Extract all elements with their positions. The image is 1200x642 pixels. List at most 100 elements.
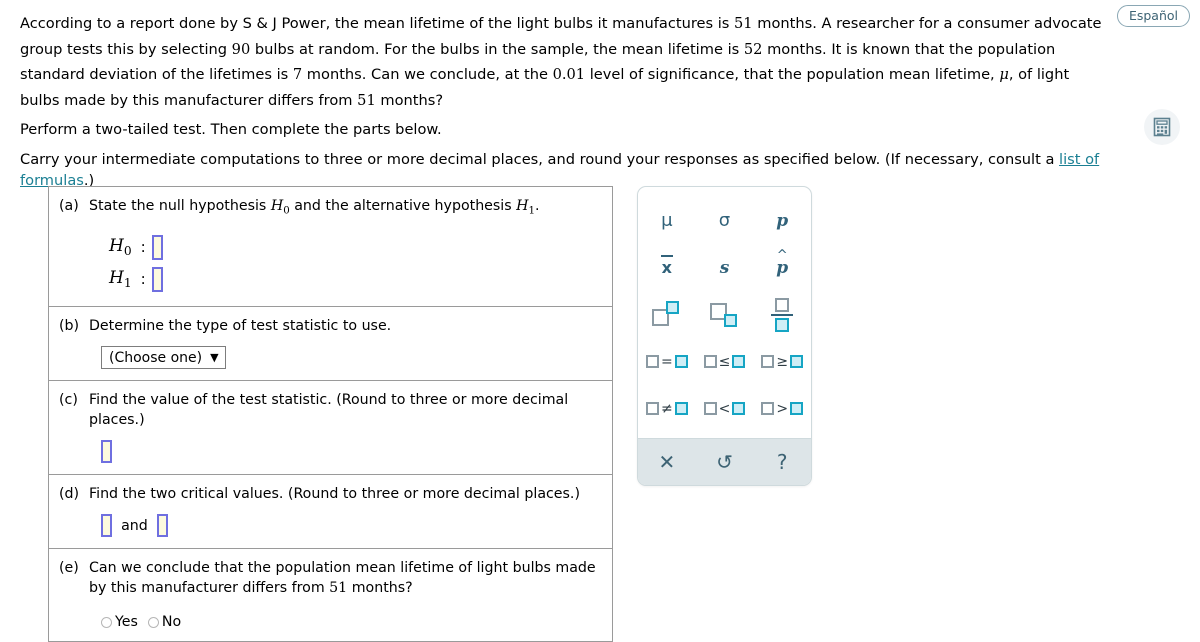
close-icon: ✕ (658, 450, 676, 474)
problem-statement: According to a report done by S & J Powe… (20, 11, 1110, 113)
h1-letter: H (109, 268, 124, 289)
gt-right-box (790, 402, 804, 415)
radio-no-label: No (161, 614, 182, 631)
calculator-button[interactable] (1144, 109, 1180, 145)
critical-values-conjunction: and (121, 518, 148, 535)
greater-than-or-equal-icon: ≥ (761, 354, 804, 370)
phat-symbol: ^ p (776, 249, 788, 278)
part-a-text: State the null hypothesis H0 and the alt… (89, 196, 602, 221)
not-equal-icon: ≠ (645, 401, 688, 417)
radio-option-yes[interactable]: Yes (101, 614, 138, 630)
statement-text-3: bulbs at random. For the bulbs in the sa… (250, 40, 744, 58)
part-a-text-3: . (535, 198, 540, 214)
h0-row: H0 : (109, 231, 602, 263)
superscript-icon (651, 300, 682, 329)
part-c-question: (c) Find the value of the test statistic… (59, 390, 602, 430)
part-c-answers (101, 440, 602, 464)
radio-option-no[interactable]: No (147, 614, 182, 631)
palette-p-button[interactable]: p (753, 197, 811, 244)
equals-left-box (645, 355, 659, 368)
sample-mean-value: 52 (743, 40, 763, 58)
part-e-text-2: months? (347, 580, 413, 597)
palette-subscript-button[interactable] (696, 291, 754, 338)
palette-phat-button[interactable]: ^ p (753, 244, 811, 291)
sample-size-value: 90 (231, 40, 251, 58)
part-a-label: (a) (59, 198, 79, 214)
test-statistic-select[interactable]: (Choose one) ▼ (101, 346, 226, 370)
h1-row: H1 : (109, 263, 602, 295)
part-d: (d) Find the two critical values. (Round… (49, 475, 612, 550)
mu-symbol: μ (999, 66, 1009, 83)
equals-operator: = (660, 353, 673, 370)
statement-text-1: According to a report done by S & J Powe… (20, 15, 735, 32)
part-a-answers: H0 : H1 : (101, 231, 602, 295)
radio-no-icon[interactable] (147, 616, 159, 628)
lt-right-box (732, 402, 746, 415)
palette-help-button[interactable]: ? (753, 439, 811, 485)
part-a: (a) State the null hypothesis H0 and the… (49, 187, 612, 308)
rounding-instruction: Carry your intermediate computations to … (20, 149, 1130, 191)
population-mean-value: 51 (734, 15, 753, 32)
part-b: (b) Determine the type of test statistic… (49, 307, 612, 382)
geq-right-box (790, 355, 804, 368)
critical-value-lower-input[interactable] (101, 514, 112, 538)
radio-yes-icon[interactable] (101, 616, 112, 628)
h0-colon: : (140, 238, 146, 257)
symbol-palette-grid: μ σ p x s ^ p = ≤ ≥ ≠ < > (638, 187, 811, 438)
part-b-text: Determine the type of test statistic to … (89, 318, 392, 335)
subscript-icon (709, 301, 740, 329)
test-statistic-answer-input[interactable] (101, 440, 112, 464)
h0-letter: H (109, 236, 124, 257)
palette-geq-button[interactable]: ≥ (753, 338, 811, 385)
fraction-denominator-box (775, 317, 790, 332)
h0-answer-input[interactable] (151, 234, 163, 260)
part-e-value: 51 (329, 580, 348, 597)
gt-operator: > (776, 400, 789, 417)
espanol-label: Español (1128, 8, 1178, 23)
palette-leq-button[interactable]: ≤ (696, 338, 754, 385)
palette-mu-button[interactable]: μ (638, 197, 696, 244)
palette-gt-button[interactable]: > (753, 385, 811, 432)
part-e: (e) Can we conclude that the population … (49, 549, 612, 642)
part-b-answers: (Choose one) ▼ (101, 346, 602, 370)
espanol-language-button[interactable]: Español (1116, 5, 1190, 27)
palette-row-4: = ≤ ≥ (638, 338, 811, 385)
h0-inline: H (270, 198, 284, 214)
palette-sigma-button[interactable]: σ (696, 197, 754, 244)
fraction-icon (771, 297, 794, 332)
palette-fraction-button[interactable] (753, 291, 811, 338)
less-than-icon: < (703, 401, 746, 417)
palette-neq-button[interactable]: ≠ (638, 385, 696, 432)
undo-icon: ↺ (716, 450, 733, 474)
mu-symbol: μ (661, 210, 673, 231)
palette-superscript-button[interactable] (638, 291, 696, 338)
lt-left-box (703, 402, 717, 415)
critical-value-upper-input[interactable] (156, 514, 168, 538)
sigma-symbol: σ (718, 210, 731, 231)
xbar-letter: x (661, 258, 672, 277)
fraction-bar (771, 313, 794, 316)
neq-left-box (645, 402, 659, 415)
palette-row-1: μ σ p (638, 197, 811, 244)
geq-left-box (761, 355, 775, 368)
palette-s-button[interactable]: s (696, 244, 754, 291)
h1-answer-input[interactable] (151, 266, 163, 292)
palette-lt-button[interactable]: < (696, 385, 754, 432)
h1-colon: : (140, 270, 146, 289)
gt-left-box (761, 402, 775, 415)
part-d-answers: and (101, 514, 602, 538)
hat-icon: ^ (776, 247, 788, 263)
part-c: (c) Find the value of the test statistic… (49, 381, 612, 476)
part-d-text: Find the two critical values. (Round to … (89, 486, 580, 503)
statement-text-6: level of significance, that the populati… (585, 66, 1000, 83)
subscript-index-box (723, 313, 737, 327)
palette-undo-button[interactable]: ↺ (696, 439, 754, 485)
palette-xbar-button[interactable]: x (638, 244, 696, 291)
leq-operator: ≤ (718, 353, 731, 370)
population-sd-value: 7 (292, 66, 303, 83)
population-mean-value-repeat: 51 (357, 91, 376, 109)
palette-clear-button[interactable]: ✕ (638, 439, 696, 485)
neq-right-box (674, 402, 688, 415)
palette-equals-button[interactable]: = (638, 338, 696, 385)
part-e-label: (e) (59, 560, 79, 577)
